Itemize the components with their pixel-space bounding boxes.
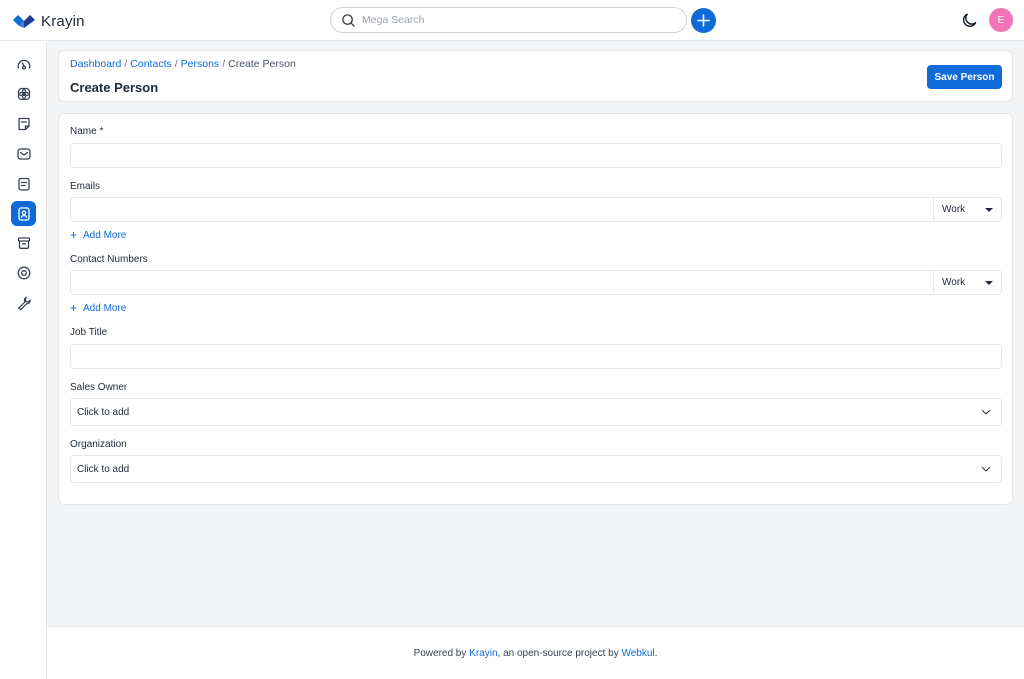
add-more-email-button[interactable]: + Add More: [70, 229, 126, 241]
user-avatar[interactable]: E: [989, 8, 1013, 32]
breadcrumb-current: Create Person: [228, 58, 296, 70]
footer-middle: , an open-source project by: [497, 647, 619, 659]
plus-icon: +: [70, 301, 78, 315]
sidebar-item-mail[interactable]: [11, 141, 36, 166]
email-input[interactable]: [71, 198, 933, 221]
name-field-wrapper: [70, 143, 1002, 168]
search-icon: [342, 13, 355, 27]
brand-logo[interactable]: Krayin: [12, 11, 85, 31]
save-person-button[interactable]: Save Person: [927, 65, 1002, 89]
email-type-value: Work: [942, 204, 966, 215]
sidebar-item-activities[interactable]: [11, 171, 36, 196]
plus-icon: +: [70, 228, 78, 242]
footer: Powered by Krayin, an open-source projec…: [47, 626, 1024, 679]
organization-lookup[interactable]: Click to add: [70, 455, 1002, 483]
settings-icon: [17, 266, 30, 279]
person-form: Name * Emails Work + Add More Contact Nu…: [58, 113, 1013, 505]
page-header: Dashboard / Contacts / Persons / Create Person…: [58, 50, 1013, 102]
breadcrumb-dashboard[interactable]: Dashboard: [70, 58, 121, 70]
email-type-select[interactable]: Work: [933, 198, 1001, 221]
breadcrumb-contacts[interactable]: Contacts: [130, 58, 171, 70]
organization-label: Organization: [70, 439, 127, 450]
breadcrumb: Dashboard / Contacts / Persons / Create Person: [70, 58, 296, 70]
sidebar-item-contacts[interactable]: [11, 201, 36, 226]
contact-number-input[interactable]: [71, 271, 933, 294]
sidebar-item-configuration[interactable]: [11, 290, 36, 315]
sidebar: [0, 41, 47, 679]
name-label: Name *: [70, 126, 104, 137]
add-more-contact-label: Add More: [83, 302, 127, 314]
footer-krayin-link[interactable]: Krayin: [469, 648, 497, 659]
footer-suffix: .: [654, 647, 658, 659]
contacts-icon: [17, 206, 30, 221]
chevron-down-icon: [981, 409, 991, 415]
emails-label: Emails: [70, 181, 101, 192]
quick-create-button[interactable]: [691, 8, 716, 33]
contact-numbers-label: Contact Numbers: [70, 254, 148, 265]
chevron-down-icon: [981, 466, 991, 472]
add-more-contact-button[interactable]: + Add More: [70, 302, 126, 314]
job-title-field-wrapper: [70, 344, 1002, 369]
page-title: Create Person: [70, 80, 159, 95]
products-icon: [17, 236, 30, 249]
search-input[interactable]: [362, 14, 662, 26]
mega-search[interactable]: [330, 7, 687, 33]
caret-down-icon: [985, 280, 993, 285]
sales-owner-value: Click to add: [77, 406, 130, 418]
sidebar-item-products[interactable]: [11, 230, 36, 255]
contact-type-value: Work: [942, 277, 966, 288]
sales-owner-label: Sales Owner: [70, 382, 128, 393]
job-title-label: Job Title: [70, 327, 108, 338]
footer-webkul-link[interactable]: Webkul: [621, 648, 654, 659]
plus-icon: [697, 14, 710, 27]
organization-value: Click to add: [77, 463, 130, 475]
footer-prefix: Powered by: [413, 647, 467, 659]
sidebar-item-leads[interactable]: [11, 81, 36, 106]
breadcrumb-separator: /: [124, 58, 128, 70]
job-title-input[interactable]: [71, 345, 1001, 368]
brand-name: Krayin: [41, 12, 85, 30]
sidebar-item-dashboard[interactable]: [11, 52, 36, 77]
email-row: Work: [70, 197, 1002, 222]
breadcrumb-separator: /: [174, 58, 178, 70]
contact-number-row: Work: [70, 270, 1002, 295]
wrench-icon: [17, 296, 31, 310]
activities-icon: [17, 177, 30, 191]
krayin-logo-icon: [13, 15, 35, 28]
breadcrumb-separator: /: [222, 58, 226, 70]
quotes-icon: [17, 117, 30, 130]
name-input[interactable]: [71, 144, 1001, 167]
avatar-initial: E: [997, 14, 1005, 26]
add-more-email-label: Add More: [83, 229, 127, 241]
leads-icon: [17, 87, 30, 100]
sidebar-item-quotes[interactable]: [11, 111, 36, 136]
breadcrumb-persons[interactable]: Persons: [181, 58, 220, 70]
moon-icon[interactable]: [961, 11, 979, 29]
sales-owner-lookup[interactable]: Click to add: [70, 398, 1002, 426]
sidebar-item-settings[interactable]: [11, 260, 36, 285]
top-bar: Krayin E: [0, 0, 1024, 41]
mail-icon: [16, 147, 31, 160]
caret-down-icon: [985, 207, 993, 212]
contact-type-select[interactable]: Work: [933, 271, 1001, 294]
dashboard-icon: [17, 59, 30, 70]
